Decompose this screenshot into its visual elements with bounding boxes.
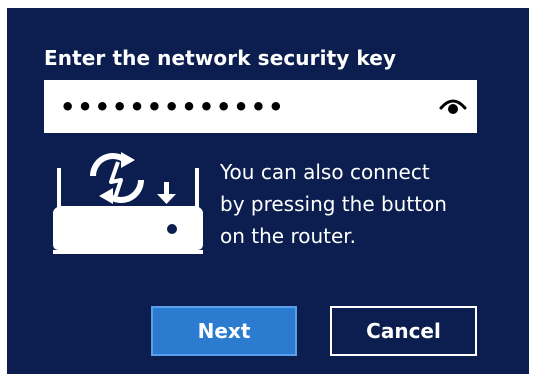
router-wps-icon <box>45 146 210 258</box>
security-key-field-container <box>44 80 477 133</box>
security-key-prompt: Enter the network security key <box>44 46 397 70</box>
network-security-dialog: Enter the network security key •••••••••… <box>7 8 529 374</box>
cancel-button[interactable]: Cancel <box>330 306 477 356</box>
wps-help-text: You can also connect by pressing the but… <box>220 160 447 248</box>
security-key-input[interactable] <box>44 80 424 133</box>
next-button-label: Next <box>197 319 251 343</box>
eye-icon[interactable] <box>439 94 467 118</box>
next-button[interactable]: Next <box>151 306 297 356</box>
cancel-button-label: Cancel <box>366 319 441 343</box>
